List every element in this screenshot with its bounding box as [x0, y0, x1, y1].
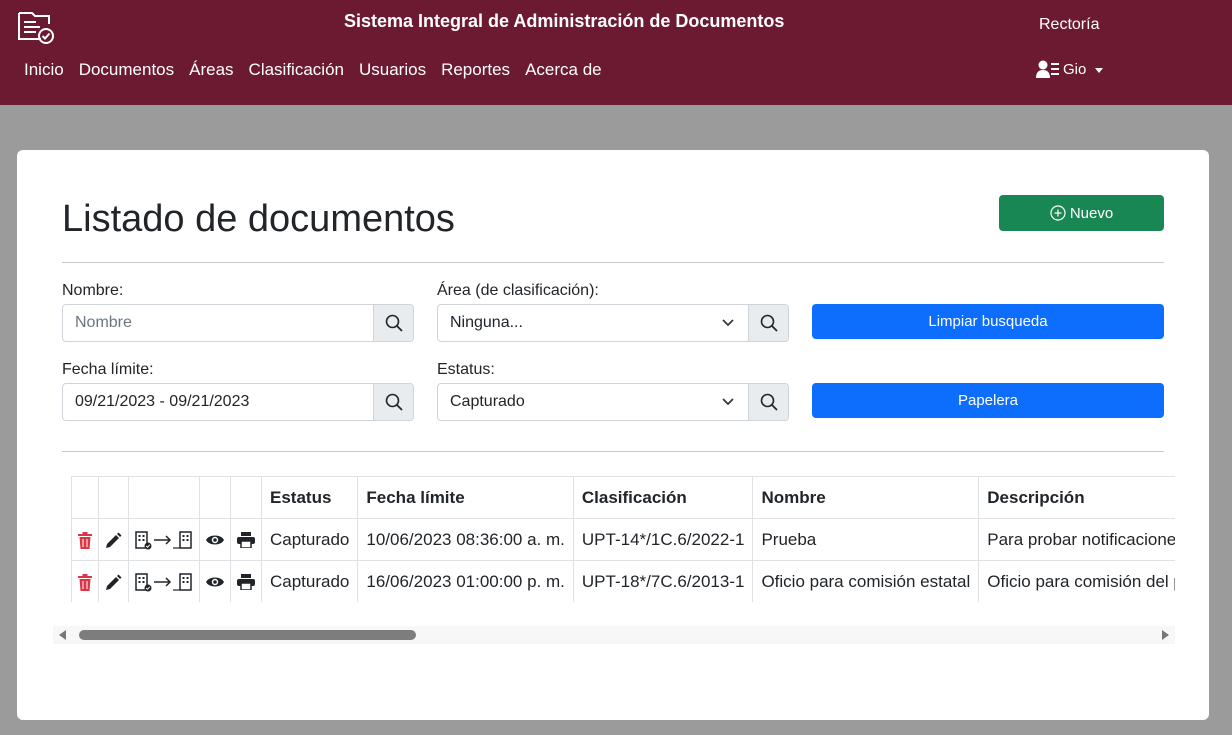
- trash-icon: [78, 573, 92, 591]
- printer-icon: [237, 574, 255, 591]
- app-title: Sistema Integral de Administración de Do…: [344, 11, 785, 31]
- trash-icon: [78, 531, 92, 549]
- pencil-icon: [106, 532, 122, 548]
- cell-clasificacion: UPT-14*/1C.6/2022-1: [572, 518, 754, 561]
- estatus-select-value: Capturado: [450, 393, 525, 410]
- header-empty: [199, 476, 231, 519]
- cell-nombre: Prueba: [752, 518, 980, 561]
- search-icon: [385, 393, 403, 411]
- header-fecha-limite[interactable]: Fecha límite: [357, 476, 574, 519]
- header-empty: [71, 476, 99, 519]
- header-clasificacion[interactable]: Clasificación: [572, 476, 754, 519]
- table-row: Capturado 10/06/2023 08:36:00 a. m. UPT-…: [71, 518, 1175, 561]
- nombre-search-button[interactable]: [373, 305, 413, 341]
- header-empty: [230, 476, 262, 519]
- clear-search-button[interactable]: Limpiar busqueda: [812, 304, 1164, 339]
- area-search-button[interactable]: [748, 305, 788, 341]
- print-button[interactable]: [230, 560, 262, 602]
- estatus-select[interactable]: Capturado: [438, 384, 748, 420]
- fecha-search-button[interactable]: [373, 384, 413, 420]
- delete-button[interactable]: [71, 560, 99, 602]
- horizontal-scrollbar[interactable]: [53, 626, 1175, 644]
- transfer-button[interactable]: [128, 518, 200, 561]
- cell-fecha-limite: 16/06/2023 01:00:00 p. m.: [357, 560, 574, 602]
- user-name: Gio: [1063, 60, 1087, 78]
- scroll-left-arrow-icon[interactable]: [59, 630, 66, 640]
- fecha-input-group: 09/21/2023 - 09/21/2023: [62, 383, 414, 421]
- nav-reportes[interactable]: Reportes: [441, 60, 510, 80]
- header-nombre[interactable]: Nombre: [752, 476, 980, 519]
- delete-button[interactable]: [71, 518, 99, 561]
- header-empty: [128, 476, 200, 519]
- area-select-value: Ninguna...: [450, 314, 523, 331]
- cell-estatus: Capturado: [260, 560, 359, 602]
- view-button[interactable]: [199, 518, 231, 561]
- eye-icon: [206, 577, 224, 587]
- estatus-input-group: Capturado: [437, 383, 789, 421]
- printer-icon: [237, 532, 255, 549]
- table-header-row: Estatus Fecha límite Clasificación Nombr…: [71, 476, 1175, 519]
- documents-card: Listado de documentos Nuevo Nombre: Nomb…: [17, 150, 1209, 720]
- cell-descripcion: Oficio para comisión del personal: [978, 560, 1175, 602]
- nombre-input-group: Nombre: [62, 304, 414, 342]
- edit-button[interactable]: [98, 560, 129, 602]
- print-button[interactable]: [230, 518, 262, 561]
- nav-clasificacion[interactable]: Clasificación: [249, 60, 344, 80]
- cell-fecha-limite: 10/06/2023 08:36:00 a. m.: [357, 518, 574, 561]
- scroll-right-arrow-icon[interactable]: [1162, 630, 1169, 640]
- transfer-icon: [135, 573, 192, 592]
- documents-table: Estatus Fecha límite Clasificación Nombr…: [71, 476, 1175, 602]
- edit-button[interactable]: [98, 518, 129, 561]
- nav-inicio[interactable]: Inicio: [24, 60, 64, 80]
- document-logo-icon: [18, 12, 54, 44]
- cell-clasificacion: UPT-18*/7C.6/2013-1: [572, 560, 754, 602]
- header-descripcion[interactable]: Descripción: [978, 476, 1175, 519]
- eye-icon: [206, 535, 224, 545]
- trash-bin-button[interactable]: Papelera: [812, 383, 1164, 418]
- header-estatus[interactable]: Estatus: [260, 476, 359, 519]
- estatus-search-button[interactable]: [748, 384, 788, 420]
- cell-descripcion: Para probar notificaciones: [978, 518, 1175, 561]
- page-title: Listado de documentos: [62, 198, 455, 240]
- main-nav: Inicio Documentos Áreas Clasificación Us…: [24, 60, 602, 80]
- scrollbar-thumb[interactable]: [79, 630, 416, 640]
- nav-documentos[interactable]: Documentos: [79, 60, 174, 80]
- header-empty: [98, 476, 129, 519]
- nav-areas[interactable]: Áreas: [189, 60, 233, 80]
- divider: [62, 451, 1164, 452]
- area-select[interactable]: Ninguna...: [438, 305, 748, 341]
- view-button[interactable]: [199, 560, 231, 602]
- pencil-icon: [106, 574, 122, 590]
- nombre-label: Nombre:: [62, 282, 124, 299]
- new-document-button[interactable]: Nuevo: [999, 195, 1164, 231]
- transfer-button[interactable]: [128, 560, 200, 602]
- plus-circle-icon: [1050, 205, 1066, 221]
- chevron-down-icon: [1095, 67, 1104, 73]
- area-input-group: Ninguna...: [437, 304, 789, 342]
- fecha-label: Fecha límite:: [62, 361, 154, 378]
- table-row: Capturado 16/06/2023 01:00:00 p. m. UPT-…: [71, 560, 1175, 602]
- fecha-input[interactable]: 09/21/2023 - 09/21/2023: [63, 384, 373, 420]
- search-icon: [760, 314, 778, 332]
- estatus-label: Estatus:: [437, 361, 495, 378]
- transfer-icon: [135, 531, 192, 550]
- user-menu[interactable]: Gio: [1036, 60, 1104, 78]
- documents-table-wrapper: Estatus Fecha límite Clasificación Nombr…: [71, 476, 1175, 602]
- top-navbar: Sistema Integral de Administración de Do…: [0, 0, 1232, 105]
- area-label: Área (de clasificación):: [437, 282, 599, 299]
- org-label: Rectoría: [1039, 16, 1100, 33]
- nav-usuarios[interactable]: Usuarios: [359, 60, 426, 80]
- cell-nombre: Oficio para comisión estatal: [752, 560, 980, 602]
- chevron-down-icon: [722, 398, 734, 406]
- search-icon: [385, 314, 403, 332]
- search-icon: [760, 393, 778, 411]
- chevron-down-icon: [722, 319, 734, 327]
- nombre-input[interactable]: Nombre: [63, 305, 373, 341]
- nav-acerca-de[interactable]: Acerca de: [525, 60, 602, 80]
- user-list-icon: [1036, 60, 1059, 78]
- cell-estatus: Capturado: [260, 518, 359, 561]
- new-button-label: Nuevo: [1069, 204, 1114, 222]
- divider: [62, 262, 1164, 263]
